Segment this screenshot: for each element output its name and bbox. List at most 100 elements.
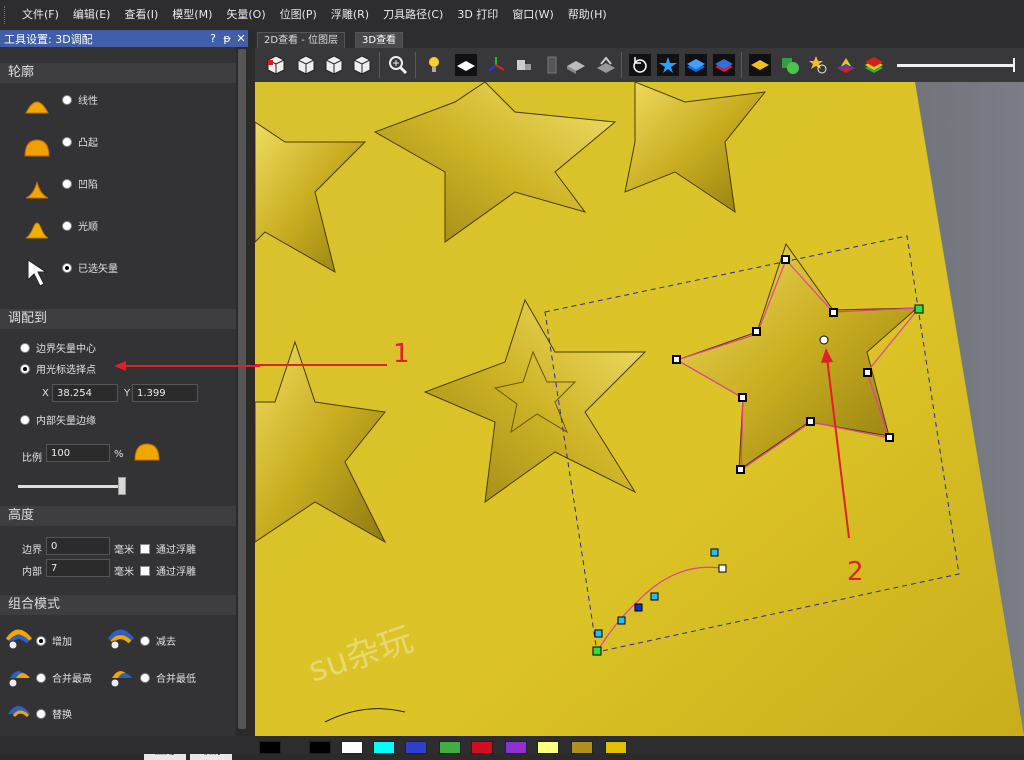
radio-inner-edge[interactable] (20, 414, 30, 425)
swatch-5[interactable] (439, 741, 461, 754)
menu-toolpath[interactable]: 刀具路径(C) (376, 0, 450, 30)
iso-view-icon[interactable] (265, 54, 287, 76)
top-view-icon[interactable] (351, 54, 373, 76)
tab-3d-view[interactable]: 3D查看 (355, 32, 404, 49)
sheet-gold-icon[interactable] (749, 54, 771, 76)
combine-option-merge-lowest[interactable]: 合并最低 (140, 670, 196, 685)
subtract-mode-icon (108, 629, 134, 650)
inner-height-input[interactable]: 7 (46, 559, 110, 577)
swatch-2[interactable] (341, 741, 363, 754)
material-icon[interactable] (541, 54, 563, 76)
swatch-8[interactable] (537, 741, 559, 754)
menu-model[interactable]: 模型(M) (165, 0, 219, 30)
swatch-3[interactable] (373, 741, 395, 754)
relief-view-icon[interactable] (595, 54, 617, 76)
component-icon[interactable] (779, 54, 801, 76)
scale-slider-thumb[interactable] (118, 477, 126, 495)
color-stack-icon[interactable] (863, 54, 885, 76)
zoom-icon[interactable] (387, 54, 409, 76)
menu-3dprint[interactable]: 3D 打印 (450, 0, 505, 30)
radio-boundary-center[interactable] (20, 342, 30, 353)
swatch-4[interactable] (405, 741, 427, 754)
menu-help[interactable]: 帮助(H) (561, 0, 614, 30)
scale-slider-track[interactable] (18, 485, 126, 488)
radio-convex[interactable] (62, 136, 72, 147)
radio-smooth[interactable] (62, 220, 72, 231)
star-relief-icon[interactable] (657, 54, 679, 76)
toolbar-slider-thumb[interactable] (1013, 58, 1015, 72)
cursor-point-marker[interactable] (819, 335, 829, 345)
tool-icon[interactable] (513, 54, 535, 76)
close-button[interactable]: ✕ (234, 32, 248, 45)
contour-option-smooth[interactable]: 光顺 (62, 218, 98, 233)
toolbar-separator (379, 52, 380, 78)
radio-replace[interactable] (36, 708, 46, 719)
axes-icon[interactable] (485, 54, 507, 76)
search-component-icon[interactable] (807, 54, 829, 76)
contour-option-convex[interactable]: 凸起 (62, 134, 98, 149)
radio-linear[interactable] (62, 94, 72, 105)
panel-scrollbar[interactable] (236, 47, 248, 747)
rotate-view-icon[interactable] (629, 54, 651, 76)
front-view-icon[interactable] (295, 54, 317, 76)
3d-viewport[interactable]: 1 2 su杂玩 (255, 82, 1024, 736)
help-button[interactable]: ? (206, 32, 220, 45)
inner-through-relief[interactable]: 通过浮雕 (140, 563, 196, 578)
swatch-7[interactable] (505, 741, 527, 754)
x-label: X (42, 388, 49, 399)
border-through-relief[interactable]: 通过浮雕 (140, 541, 196, 556)
panel-scrollbar-thumb[interactable] (238, 49, 246, 729)
fit-option-inner-edge[interactable]: 内部矢量边缘 (20, 412, 96, 427)
fit-option-cursor-point[interactable]: 用光标选择点 (20, 361, 96, 376)
menu-window[interactable]: 窗口(W) (505, 0, 560, 30)
border-height-input[interactable]: 0 (46, 537, 110, 555)
colored-relief-icon[interactable] (835, 54, 857, 76)
swatch-9[interactable] (571, 741, 593, 754)
fit-option-boundary-center[interactable]: 边界矢量中心 (20, 340, 96, 355)
combine-option-subtract[interactable]: 减去 (140, 633, 176, 648)
layers-blue-icon[interactable] (685, 54, 707, 76)
swatch-1[interactable] (309, 741, 331, 754)
radio-subtract[interactable] (140, 635, 150, 646)
light-bulb-icon[interactable] (423, 54, 445, 76)
radio-cursor-point[interactable] (20, 363, 30, 374)
side-view-icon[interactable] (323, 54, 345, 76)
pin-button[interactable]: ᵽ (220, 32, 234, 45)
menu-view[interactable]: 查看(I) (117, 0, 165, 30)
swatch-6[interactable] (471, 741, 493, 754)
tab-2d-view[interactable]: 2D查看 - 位图层 (257, 32, 346, 49)
swatch-10[interactable] (605, 741, 627, 754)
replace-mode-icon (8, 706, 30, 718)
radio-add[interactable] (36, 635, 46, 646)
layers-red-icon[interactable] (713, 54, 735, 76)
menu-bitmap[interactable]: 位图(P) (273, 0, 324, 30)
smooth-profile-icon (25, 222, 49, 239)
toolbar-slider-track[interactable] (897, 64, 1015, 67)
block-icon[interactable] (565, 54, 587, 76)
contour-option-linear[interactable]: 线性 (62, 92, 98, 107)
plane-view-icon[interactable] (455, 54, 477, 76)
tool-settings-panel: 工具设置: 3D调配 ? ᵽ ✕ 轮廓 线性 凸起 凹陷 光顺 已选矢量 调配到… (0, 30, 248, 760)
menu-file[interactable]: 文件(F) (15, 0, 66, 30)
radio-merge-highest[interactable] (36, 672, 46, 683)
menu-edit[interactable]: 编辑(E) (66, 0, 118, 30)
y-input[interactable]: 1.399 (132, 384, 198, 402)
menu-relief[interactable]: 浮雕(R) (324, 0, 376, 30)
swatch-black[interactable] (259, 741, 281, 754)
scale-input[interactable]: 100 (46, 444, 110, 462)
contour-option-selected-vector[interactable]: 已选矢量 (62, 260, 118, 275)
combine-option-merge-highest[interactable]: 合并最高 (36, 670, 92, 685)
radio-selected-vector[interactable] (62, 262, 72, 273)
vector-start-node[interactable] (914, 304, 924, 314)
combine-option-replace[interactable]: 替换 (36, 706, 72, 721)
scale-preview-icon (134, 443, 160, 461)
radio-concave[interactable] (62, 178, 72, 189)
x-input[interactable]: 38.254 (52, 384, 118, 402)
merge-lowest-icon (110, 671, 132, 688)
contour-option-concave[interactable]: 凹陷 (62, 176, 98, 191)
combine-option-add[interactable]: 增加 (36, 633, 72, 648)
radio-merge-lowest[interactable] (140, 672, 150, 683)
menu-vector[interactable]: 矢量(O) (219, 0, 272, 30)
border-through-relief-checkbox[interactable] (140, 543, 150, 554)
inner-through-relief-checkbox[interactable] (140, 565, 150, 576)
